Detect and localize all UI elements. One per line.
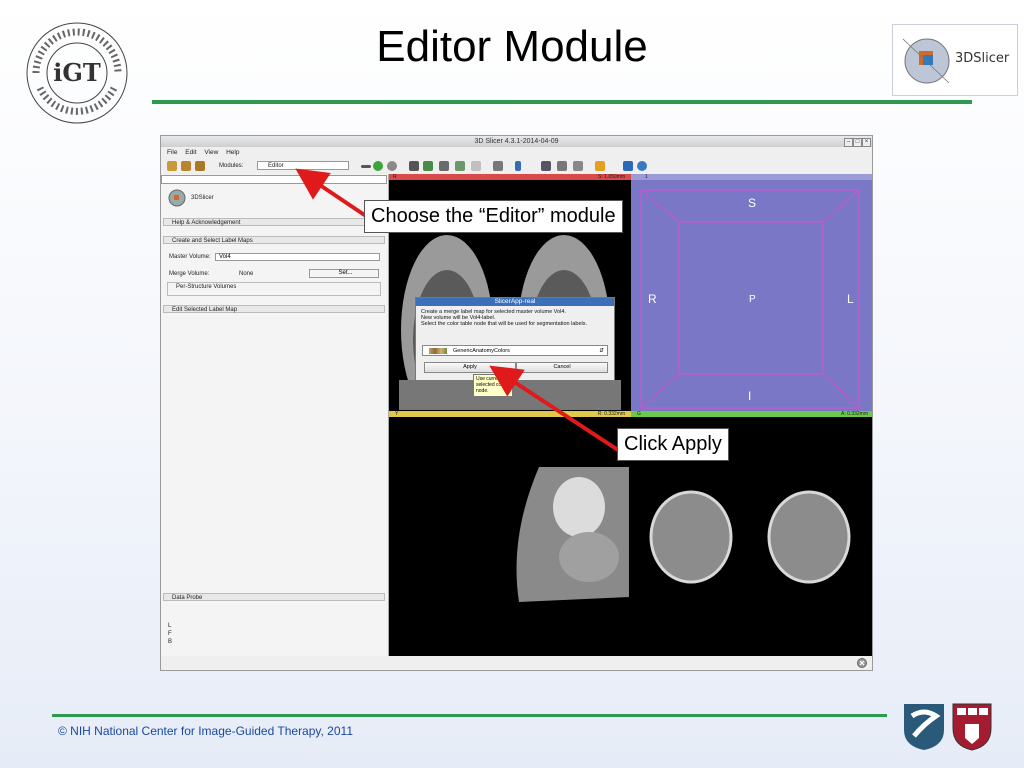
toolbar: Modules: Editor: [161, 158, 872, 174]
merge-volume-label: Merge Volume:: [169, 271, 210, 277]
screenshot-icon[interactable]: [541, 161, 551, 171]
layout-3d-icon[interactable]: [409, 161, 419, 171]
probe-b: B: [168, 639, 173, 645]
section-data-probe[interactable]: Data Probe: [163, 593, 385, 601]
maximize-button[interactable]: □: [853, 138, 862, 147]
footer-copyright: © NIH National Center for Image-Guided T…: [58, 724, 353, 738]
error-log-icon[interactable]: [857, 658, 867, 668]
module-history-icon[interactable]: [361, 165, 371, 168]
axis-i: I: [748, 389, 752, 403]
crosshair-mode-icon[interactable]: [573, 161, 583, 171]
module-selector[interactable]: Editor: [257, 161, 349, 170]
igt-logo: iGT: [26, 22, 128, 124]
color-table-selector[interactable]: GenericAnatomyColors ⇵: [422, 345, 608, 356]
scene-view-icon[interactable]: [557, 161, 567, 171]
menu-edit[interactable]: Edit: [185, 149, 196, 156]
axis-p: P: [749, 294, 756, 305]
module-selected-value: Editor: [268, 163, 284, 169]
layout-icon[interactable]: [493, 161, 503, 171]
dialog-title: SlicerApp-real: [416, 298, 614, 306]
load-data-icon[interactable]: [167, 161, 177, 171]
status-bar: [161, 656, 872, 670]
back-arrow-icon[interactable]: [373, 161, 383, 171]
slicer-logo-text: 3DSlicer: [955, 51, 1010, 66]
window-titlebar: 3D Slicer 4.3.1-2014-04-09 – □ ×: [161, 136, 872, 147]
apply-button[interactable]: Apply: [424, 362, 516, 373]
top-divider: [152, 100, 972, 104]
chevron-down-icon: ⇵: [599, 348, 604, 354]
menu-view[interactable]: View: [204, 149, 218, 156]
section-per-structure-volumes[interactable]: Per-Structure Volumes: [167, 282, 381, 296]
minimize-button[interactable]: –: [844, 138, 853, 147]
python-console-icon[interactable]: [637, 161, 647, 171]
dialog-message: Create a merge label map for selected ma…: [421, 309, 588, 328]
master-volume-label: Master Volume:: [169, 254, 211, 260]
master-volume-selector[interactable]: Vol4: [215, 253, 380, 261]
slicer-logo: 3DSlicer: [892, 24, 1018, 96]
section-help-acknowledgement[interactable]: Help & Acknowledgement: [163, 218, 385, 226]
apply-tooltip: Use current selected color node.: [473, 374, 513, 397]
color-swatch-icon: [429, 348, 447, 354]
menu-bar: File Edit View Help: [161, 148, 872, 158]
callout-choose-editor: Choose the “Editor” module: [364, 200, 623, 233]
load-dicom-icon[interactable]: [181, 161, 191, 171]
bottom-divider: [52, 714, 887, 717]
view-layout: R S: 1.050mm 1 S R P L I Y R: 0.332mm G …: [389, 174, 872, 656]
cancel-button[interactable]: Cancel: [516, 362, 608, 373]
models-icon[interactable]: [423, 161, 433, 171]
close-window-button[interactable]: ×: [862, 138, 871, 147]
module-search-field[interactable]: [161, 175, 387, 184]
transforms-icon[interactable]: [439, 161, 449, 171]
extension-manager-icon[interactable]: [623, 161, 633, 171]
probe-l: L: [168, 623, 172, 629]
save-icon[interactable]: [195, 161, 205, 171]
hhs-logo: [904, 704, 944, 750]
forward-arrow-icon[interactable]: [387, 161, 397, 171]
menu-file[interactable]: File: [167, 149, 177, 156]
set-merge-button[interactable]: Set...: [309, 269, 379, 278]
probe-f: F: [168, 631, 172, 637]
section-edit-label-map[interactable]: Edit Selected Label Map: [163, 305, 385, 313]
editor-icon[interactable]: [471, 161, 481, 171]
callout-click-apply: Click Apply: [617, 428, 729, 461]
create-label-map-dialog: SlicerApp-real Create a merge label map …: [415, 297, 615, 381]
menu-help[interactable]: Help: [226, 149, 239, 156]
module-panel: 3DSlicer Help & Acknowledgement Create a…: [161, 174, 389, 670]
mouse-mode-icon[interactable]: [515, 161, 521, 171]
modules-label: Modules:: [219, 163, 244, 169]
section-create-label-maps[interactable]: Create and Select Label Maps: [163, 236, 385, 244]
window-title: 3D Slicer 4.3.1-2014-04-09: [474, 138, 559, 145]
view-3d[interactable]: S R P L I: [631, 180, 872, 417]
axis-r: R: [648, 292, 657, 306]
merge-volume-value: None: [239, 271, 254, 277]
axis-s: S: [748, 196, 757, 210]
harvard-shield-logo: [952, 703, 992, 751]
yellow-slice-view[interactable]: [389, 417, 631, 656]
panel-logo-text: 3DSlicer: [191, 195, 214, 201]
svg-text:iGT: iGT: [53, 58, 101, 87]
slide-title: Editor Module: [376, 22, 648, 71]
volumes-icon[interactable]: [455, 161, 465, 171]
axis-l: L: [847, 292, 854, 306]
slicer-panel-logo-icon: [168, 189, 186, 207]
crosshair-icon[interactable]: [595, 161, 605, 171]
